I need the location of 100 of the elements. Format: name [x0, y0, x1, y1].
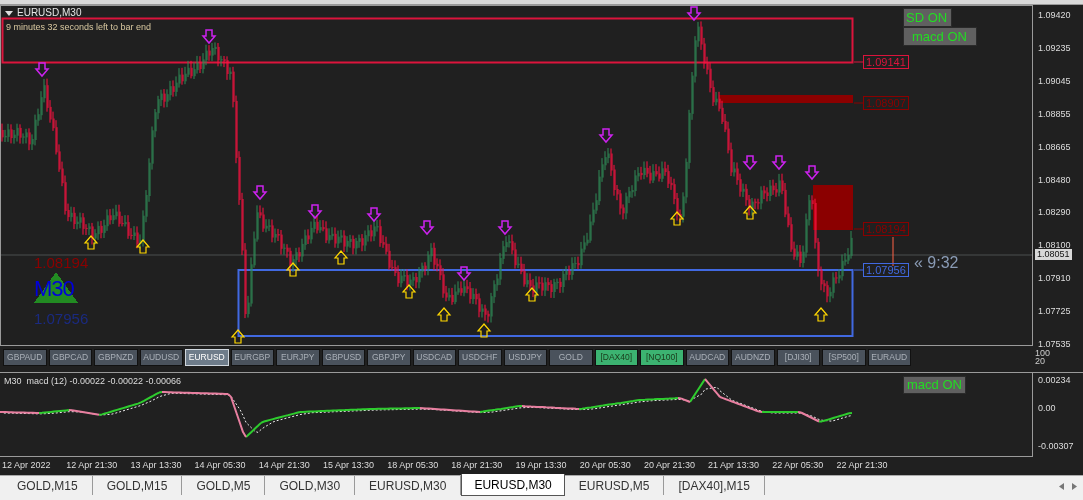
chart-tab[interactable]: EURUSD,M30 — [461, 474, 565, 496]
axis-label: 12 Apr 2022 — [2, 460, 52, 471]
axis-label: 18 Apr 05:30 — [387, 460, 440, 471]
toggle-button[interactable]: macd ON — [903, 376, 966, 394]
axis-label: 20 — [1035, 357, 1046, 365]
toggle-button[interactable]: SD ON — [903, 8, 952, 27]
timer-text: « 9:32 — [914, 254, 959, 272]
symbol-button[interactable]: AUDCAD — [685, 349, 729, 366]
symbol-button[interactable]: GBPNZD — [94, 349, 138, 366]
price-label: 1.07956 — [863, 263, 909, 277]
down-arrow-icon — [686, 6, 702, 22]
symbol-button[interactable]: [SP500] — [822, 349, 866, 366]
symbol-button[interactable]: GBPAUD — [3, 349, 47, 366]
scroll-left-icon[interactable] — [1059, 483, 1064, 490]
down-arrow-icon — [307, 204, 323, 220]
symbol-button[interactable]: GBPJPY — [367, 349, 411, 366]
toggle-button[interactable]: macd ON — [903, 27, 977, 46]
leader-line — [853, 269, 864, 271]
symbol-button[interactable]: EURJPY — [276, 349, 320, 366]
axis-label: 19 Apr 13:30 — [515, 460, 568, 471]
axis-label: 15 Apr 13:30 — [322, 460, 375, 471]
leader-line — [853, 228, 864, 230]
symbol-button[interactable]: AUDUSD — [139, 349, 183, 366]
down-arrow-icon — [771, 155, 787, 171]
symbol-button[interactable]: EURUSD — [185, 349, 229, 366]
symbol-button[interactable]: USDCAD — [412, 349, 456, 366]
chart-tab[interactable]: [DAX40],M15 — [664, 476, 765, 495]
axis-label: 22 Apr 21:30 — [836, 460, 889, 471]
leader-line — [853, 61, 864, 63]
axis-label: 14 Apr 05:30 — [194, 460, 247, 471]
symbol-button[interactable]: USDCHF — [458, 349, 502, 366]
down-arrow-icon — [201, 29, 217, 45]
chart-tab[interactable]: GOLD,M15 — [3, 476, 93, 495]
axis-label: 12 Apr 21:30 — [66, 460, 119, 471]
axis-label: 1.08290 — [1038, 207, 1071, 218]
axis-label: 0.00 — [1038, 403, 1056, 413]
axis-label: -0.00307 — [1038, 441, 1074, 451]
leader-line — [892, 236, 894, 267]
chart-tab[interactable]: EURUSD,M5 — [564, 476, 665, 495]
axis-label: 1.09235 — [1038, 42, 1071, 53]
down-arrow-icon — [456, 266, 472, 282]
axis-label: 1.09420 — [1038, 10, 1071, 20]
price-text: 1.08194 — [34, 255, 89, 271]
axis-label: 20 Apr 21:30 — [643, 460, 696, 471]
symbol-button[interactable]: AUDNZD — [731, 349, 775, 366]
axis-label: 20 Apr 05:30 — [579, 460, 632, 471]
axis-label: 1.07725 — [1038, 306, 1071, 317]
down-arrow-icon — [252, 185, 268, 201]
symbol-button[interactable]: GBPUSD — [321, 349, 365, 366]
axis-label: 100 — [1035, 349, 1051, 357]
axis-label: 1.08855 — [1038, 108, 1071, 119]
up-arrow-icon — [813, 307, 829, 322]
current-price-label: 1.08051 — [1035, 249, 1072, 260]
up-arrow-icon — [742, 205, 758, 220]
axis-label: 0.00234 — [1038, 375, 1071, 385]
symbol-button[interactable]: [DJI30] — [776, 349, 820, 366]
chart-symbol: EURUSD,M30 — [17, 7, 82, 19]
scroll-right-icon[interactable] — [1072, 483, 1077, 490]
price-label: 1.09141 — [863, 55, 909, 69]
axis-label: 13 Apr 13:30 — [130, 460, 183, 471]
down-arrow-icon — [804, 165, 820, 181]
down-arrow-icon — [366, 207, 382, 223]
dropdown-icon[interactable] — [5, 10, 13, 16]
axis-label: 18 Apr 21:30 — [451, 460, 504, 471]
axis-label: 1.07910 — [1038, 273, 1071, 284]
axis-label: 14 Apr 21:30 — [258, 460, 311, 471]
axis-label: 1.09045 — [1038, 75, 1071, 86]
symbol-button[interactable]: EURGBP — [230, 349, 274, 366]
up-arrow-icon — [83, 235, 99, 250]
chart-tab[interactable]: GOLD,M30 — [265, 476, 356, 495]
up-arrow-icon — [524, 287, 540, 302]
symbol-button[interactable]: [NQ100] — [640, 349, 684, 366]
indicator-title: M30 macd (12) -0.00022 -0.00022 -0.00066 — [4, 376, 182, 387]
symbol-button[interactable]: GBPCAD — [48, 349, 92, 366]
down-arrow-icon — [742, 155, 758, 171]
axis-label: 1.08665 — [1038, 141, 1071, 152]
up-arrow-icon — [436, 307, 452, 322]
countdown-text: 9 minutes 32 seconds left to bar end — [6, 22, 152, 33]
price-label: 1.08194 — [863, 222, 909, 236]
axis-label: 1.07535 — [1038, 339, 1071, 349]
symbol-button[interactable]: GOLD — [549, 349, 593, 366]
price-text: 1.07956 — [34, 311, 89, 327]
axis-label: 1.08480 — [1038, 174, 1071, 185]
leader-line — [853, 102, 864, 104]
symbol-button[interactable]: USDJPY — [503, 349, 547, 366]
down-arrow-icon — [419, 220, 435, 236]
down-arrow-icon — [497, 220, 513, 236]
axis-label: 21 Apr 13:30 — [708, 460, 761, 471]
chart-tab[interactable]: GOLD,M15 — [92, 476, 183, 495]
down-arrow-icon — [598, 128, 614, 144]
chart-tab[interactable]: GOLD,M5 — [182, 476, 266, 495]
up-arrow-icon — [476, 323, 492, 338]
symbol-button[interactable]: EURAUD — [867, 349, 911, 366]
up-arrow-icon — [230, 329, 246, 344]
axis-label: 1.08100 — [1038, 240, 1071, 251]
up-arrow-icon — [285, 262, 301, 277]
symbol-button[interactable]: [DAX40] — [594, 349, 638, 366]
price-label: 1.08907 — [863, 96, 909, 110]
up-arrow-icon — [669, 211, 685, 226]
axis-label: 22 Apr 05:30 — [772, 460, 825, 471]
